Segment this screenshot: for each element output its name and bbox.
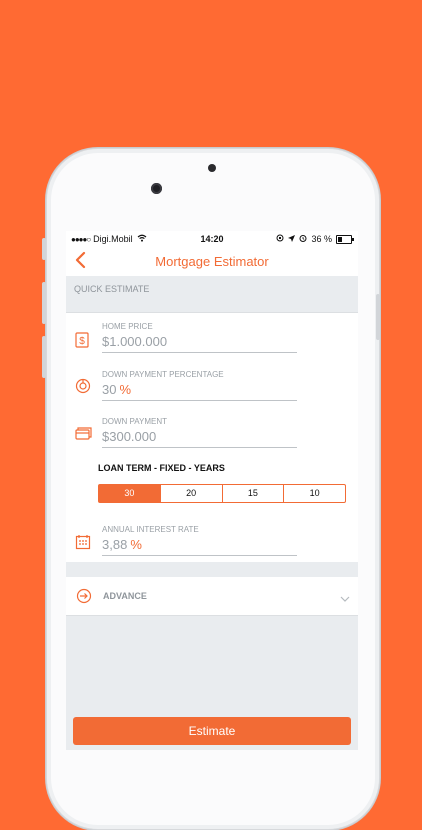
loan-term-option-10[interactable]: 10 xyxy=(284,485,345,502)
estimate-button[interactable]: Estimate xyxy=(73,717,351,745)
page-title: Mortgage Estimator xyxy=(155,254,269,269)
loan-term-option-15[interactable]: 15 xyxy=(223,485,285,502)
home-price-label: HOME PRICE xyxy=(102,322,153,331)
chevron-down-icon[interactable] xyxy=(340,590,350,608)
navigation-bar: Mortgage Estimator xyxy=(66,247,358,277)
status-bar: ●●●●○ Digi.Mobil 14:20 36 % xyxy=(66,231,358,247)
phone-speaker xyxy=(208,164,216,172)
interest-rate-label: ANNUAL INTEREST RATE xyxy=(102,525,199,534)
percent-unit: % xyxy=(119,382,132,397)
alarm-icon xyxy=(299,234,307,244)
loan-term-selector: 30 20 15 10 xyxy=(98,484,346,503)
battery-percentage: 36 % xyxy=(311,234,332,244)
credit-card-icon xyxy=(75,427,93,445)
interest-rate-underline xyxy=(102,555,297,556)
pie-chart-icon xyxy=(75,378,93,396)
interest-rate-input[interactable]: 3,88% xyxy=(102,537,142,552)
percent-unit: % xyxy=(130,537,142,552)
advance-label: ADVANCE xyxy=(103,591,147,601)
phone-volume-up xyxy=(42,282,46,324)
down-payment-underline xyxy=(102,447,297,448)
down-payment-percentage-value: 30 xyxy=(102,382,117,397)
loan-term-option-20[interactable]: 20 xyxy=(161,485,223,502)
down-payment-percentage-field[interactable]: DOWN PAYMENT PERCENTAGE 30% xyxy=(66,367,358,407)
home-price-input[interactable]: $1.000.000 xyxy=(102,334,167,349)
quick-estimate-header: QUICK ESTIMATE xyxy=(66,276,358,313)
arrow-circle-right-icon xyxy=(76,588,92,609)
app-screen: ●●●●○ Digi.Mobil 14:20 36 % Mortgage Est… xyxy=(66,231,358,750)
down-payment-input[interactable]: $300.000 xyxy=(102,429,156,444)
section-title: QUICK ESTIMATE xyxy=(74,284,150,294)
battery-fill xyxy=(338,236,343,242)
down-payment-percentage-input[interactable]: 30% xyxy=(102,382,131,397)
battery-icon xyxy=(336,234,354,244)
loan-term-option-30[interactable]: 30 xyxy=(99,485,161,502)
home-price-underline xyxy=(102,352,297,353)
down-payment-field[interactable]: DOWN PAYMENT $300.000 xyxy=(66,414,358,454)
interest-rate-field[interactable]: ANNUAL INTEREST RATE 3,88% xyxy=(66,522,358,562)
home-price-field[interactable]: $ HOME PRICE $1.000.000 xyxy=(66,319,358,359)
svg-text:$: $ xyxy=(79,336,85,347)
calendar-icon xyxy=(75,534,93,552)
down-payment-percentage-underline xyxy=(102,400,297,401)
down-payment-label: DOWN PAYMENT xyxy=(102,417,168,426)
rotation-lock-icon xyxy=(276,234,284,244)
down-payment-percentage-label: DOWN PAYMENT PERCENTAGE xyxy=(102,370,224,379)
phone-power-button xyxy=(376,294,380,340)
section-separator xyxy=(66,562,358,577)
location-arrow-icon xyxy=(288,234,296,244)
phone-mute-switch xyxy=(42,238,46,260)
advance-row[interactable]: ADVANCE xyxy=(66,577,358,616)
interest-rate-value: 3,88 xyxy=(102,537,128,552)
loan-term-title: LOAN TERM - FIXED - YEARS xyxy=(98,463,225,473)
phone-camera xyxy=(151,183,162,194)
dollar-icon: $ xyxy=(75,332,93,350)
phone-volume-down xyxy=(42,336,46,378)
